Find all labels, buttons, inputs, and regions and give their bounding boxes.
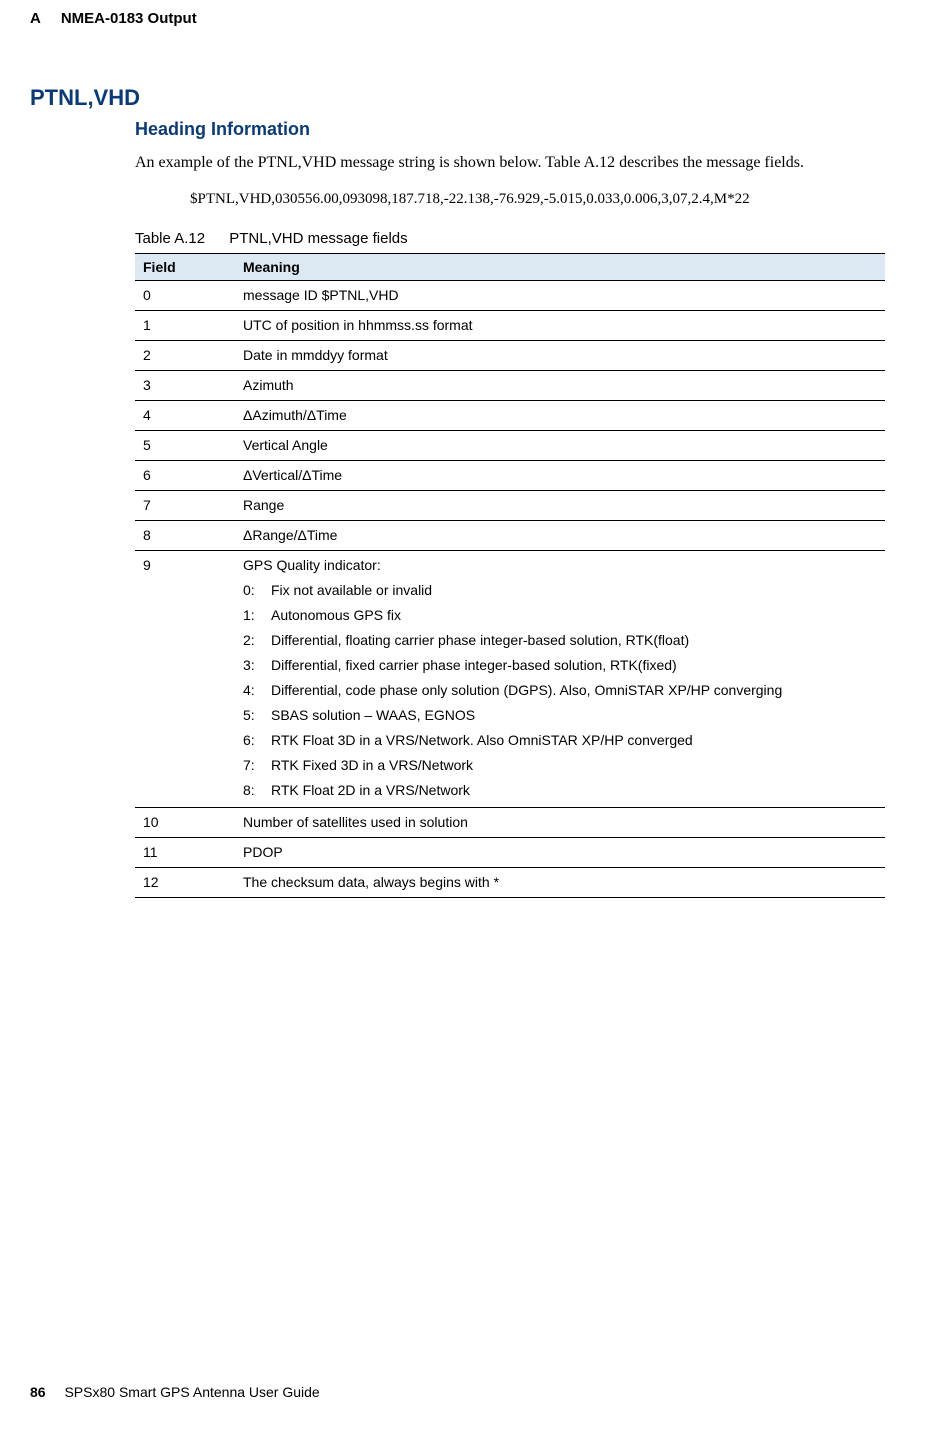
field-cell: 6 xyxy=(135,461,235,491)
column-header-field: Field xyxy=(135,254,235,281)
table-row: 7Range xyxy=(135,491,885,521)
quality-item: 5:SBAS solution – WAAS, EGNOS xyxy=(243,703,877,728)
field-cell: 9 xyxy=(135,551,235,808)
quality-item: 3:Differential, fixed carrier phase inte… xyxy=(243,653,877,678)
table-row: 2Date in mmddyy format xyxy=(135,341,885,371)
table-row: 3Azimuth xyxy=(135,371,885,401)
table-body: 0message ID $PTNL,VHD1UTC of position in… xyxy=(135,281,885,898)
quality-item: 8:RTK Float 2D in a VRS/Network xyxy=(243,778,877,803)
quality-item: 2:Differential, floating carrier phase i… xyxy=(243,628,877,653)
field-cell: 1 xyxy=(135,311,235,341)
quality-text: Differential, fixed carrier phase intege… xyxy=(271,655,877,676)
quality-num: 0: xyxy=(243,580,271,601)
table-row: 4ΔAzimuth/ΔTime xyxy=(135,401,885,431)
meaning-cell: Azimuth xyxy=(235,371,885,401)
quality-text: RTK Fixed 3D in a VRS/Network xyxy=(271,755,877,776)
quality-item: 1:Autonomous GPS fix xyxy=(243,603,877,628)
meaning-cell: Date in mmddyy format xyxy=(235,341,885,371)
appendix-letter: A xyxy=(30,10,41,27)
section-heading: PTNL,VHD xyxy=(30,85,885,111)
book-title: SPSx80 Smart GPS Antenna User Guide xyxy=(64,1384,319,1400)
page-number: 86 xyxy=(30,1384,46,1400)
field-cell: 8 xyxy=(135,521,235,551)
quality-num: 3: xyxy=(243,655,271,676)
field-cell: 3 xyxy=(135,371,235,401)
table-row: 5Vertical Angle xyxy=(135,431,885,461)
field-cell: 4 xyxy=(135,401,235,431)
meaning-cell: ΔRange/ΔTime xyxy=(235,521,885,551)
table-number: Table A.12 xyxy=(135,230,205,247)
meaning-cell: The checksum data, always begins with * xyxy=(235,868,885,898)
meaning-cell: ΔVertical/ΔTime xyxy=(235,461,885,491)
appendix-title: NMEA-0183 Output xyxy=(61,10,197,27)
field-cell: 5 xyxy=(135,431,235,461)
table-row: 9GPS Quality indicator:0:Fix not availab… xyxy=(135,551,885,808)
quality-num: 6: xyxy=(243,730,271,751)
quality-num: 4: xyxy=(243,680,271,701)
quality-text: RTK Float 2D in a VRS/Network xyxy=(271,780,877,801)
field-cell: 11 xyxy=(135,838,235,868)
intro-paragraph: An example of the PTNL,VHD message strin… xyxy=(135,152,885,174)
page-footer: 86 SPSx80 Smart GPS Antenna User Guide xyxy=(30,1384,320,1400)
quality-item: 0:Fix not available or invalid xyxy=(243,578,877,603)
quality-item: 7:RTK Fixed 3D in a VRS/Network xyxy=(243,753,877,778)
meaning-cell: message ID $PTNL,VHD xyxy=(235,281,885,311)
table-caption: Table A.12 PTNL,VHD message fields xyxy=(135,230,885,247)
page-header: A NMEA-0183 Output xyxy=(0,0,930,35)
fields-table: Field Meaning 0message ID $PTNL,VHD1UTC … xyxy=(135,253,885,898)
quality-text: RTK Float 3D in a VRS/Network. Also Omni… xyxy=(271,730,877,751)
quality-text: Differential, code phase only solution (… xyxy=(271,680,877,701)
quality-text: Differential, floating carrier phase int… xyxy=(271,630,877,651)
meaning-cell: GPS Quality indicator:0:Fix not availabl… xyxy=(235,551,885,808)
table-row: 11PDOP xyxy=(135,838,885,868)
table-row: 0message ID $PTNL,VHD xyxy=(135,281,885,311)
meaning-cell: ΔAzimuth/ΔTime xyxy=(235,401,885,431)
quality-text: SBAS solution – WAAS, EGNOS xyxy=(271,705,877,726)
table-row: 8ΔRange/ΔTime xyxy=(135,521,885,551)
quality-label: GPS Quality indicator: xyxy=(243,555,877,576)
table-header-row: Field Meaning xyxy=(135,254,885,281)
field-cell: 12 xyxy=(135,868,235,898)
field-cell: 7 xyxy=(135,491,235,521)
meaning-cell: UTC of position in hhmmss.ss format xyxy=(235,311,885,341)
page-content: PTNL,VHD Heading Information An example … xyxy=(0,35,930,898)
quality-text: Fix not available or invalid xyxy=(271,580,877,601)
field-cell: 2 xyxy=(135,341,235,371)
table-row: 12The checksum data, always begins with … xyxy=(135,868,885,898)
quality-item: 4:Differential, code phase only solution… xyxy=(243,678,877,703)
column-header-meaning: Meaning xyxy=(235,254,885,281)
meaning-cell: Number of satellites used in solution xyxy=(235,808,885,838)
quality-num: 2: xyxy=(243,630,271,651)
quality-num: 7: xyxy=(243,755,271,776)
quality-num: 1: xyxy=(243,605,271,626)
table-row: 10Number of satellites used in solution xyxy=(135,808,885,838)
example-message: $PTNL,VHD,030556.00,093098,187.718,-22.1… xyxy=(190,189,825,210)
quality-list: 0:Fix not available or invalid1:Autonomo… xyxy=(243,578,877,803)
section-subheading: Heading Information xyxy=(135,119,885,140)
table-row: 6ΔVertical/ΔTime xyxy=(135,461,885,491)
quality-text: Autonomous GPS fix xyxy=(271,605,877,626)
quality-item: 6:RTK Float 3D in a VRS/Network. Also Om… xyxy=(243,728,877,753)
meaning-cell: Range xyxy=(235,491,885,521)
quality-num: 5: xyxy=(243,705,271,726)
quality-num: 8: xyxy=(243,780,271,801)
meaning-cell: PDOP xyxy=(235,838,885,868)
table-title: PTNL,VHD message fields xyxy=(229,230,407,247)
meaning-cell: Vertical Angle xyxy=(235,431,885,461)
field-cell: 10 xyxy=(135,808,235,838)
field-cell: 0 xyxy=(135,281,235,311)
table-row: 1UTC of position in hhmmss.ss format xyxy=(135,311,885,341)
